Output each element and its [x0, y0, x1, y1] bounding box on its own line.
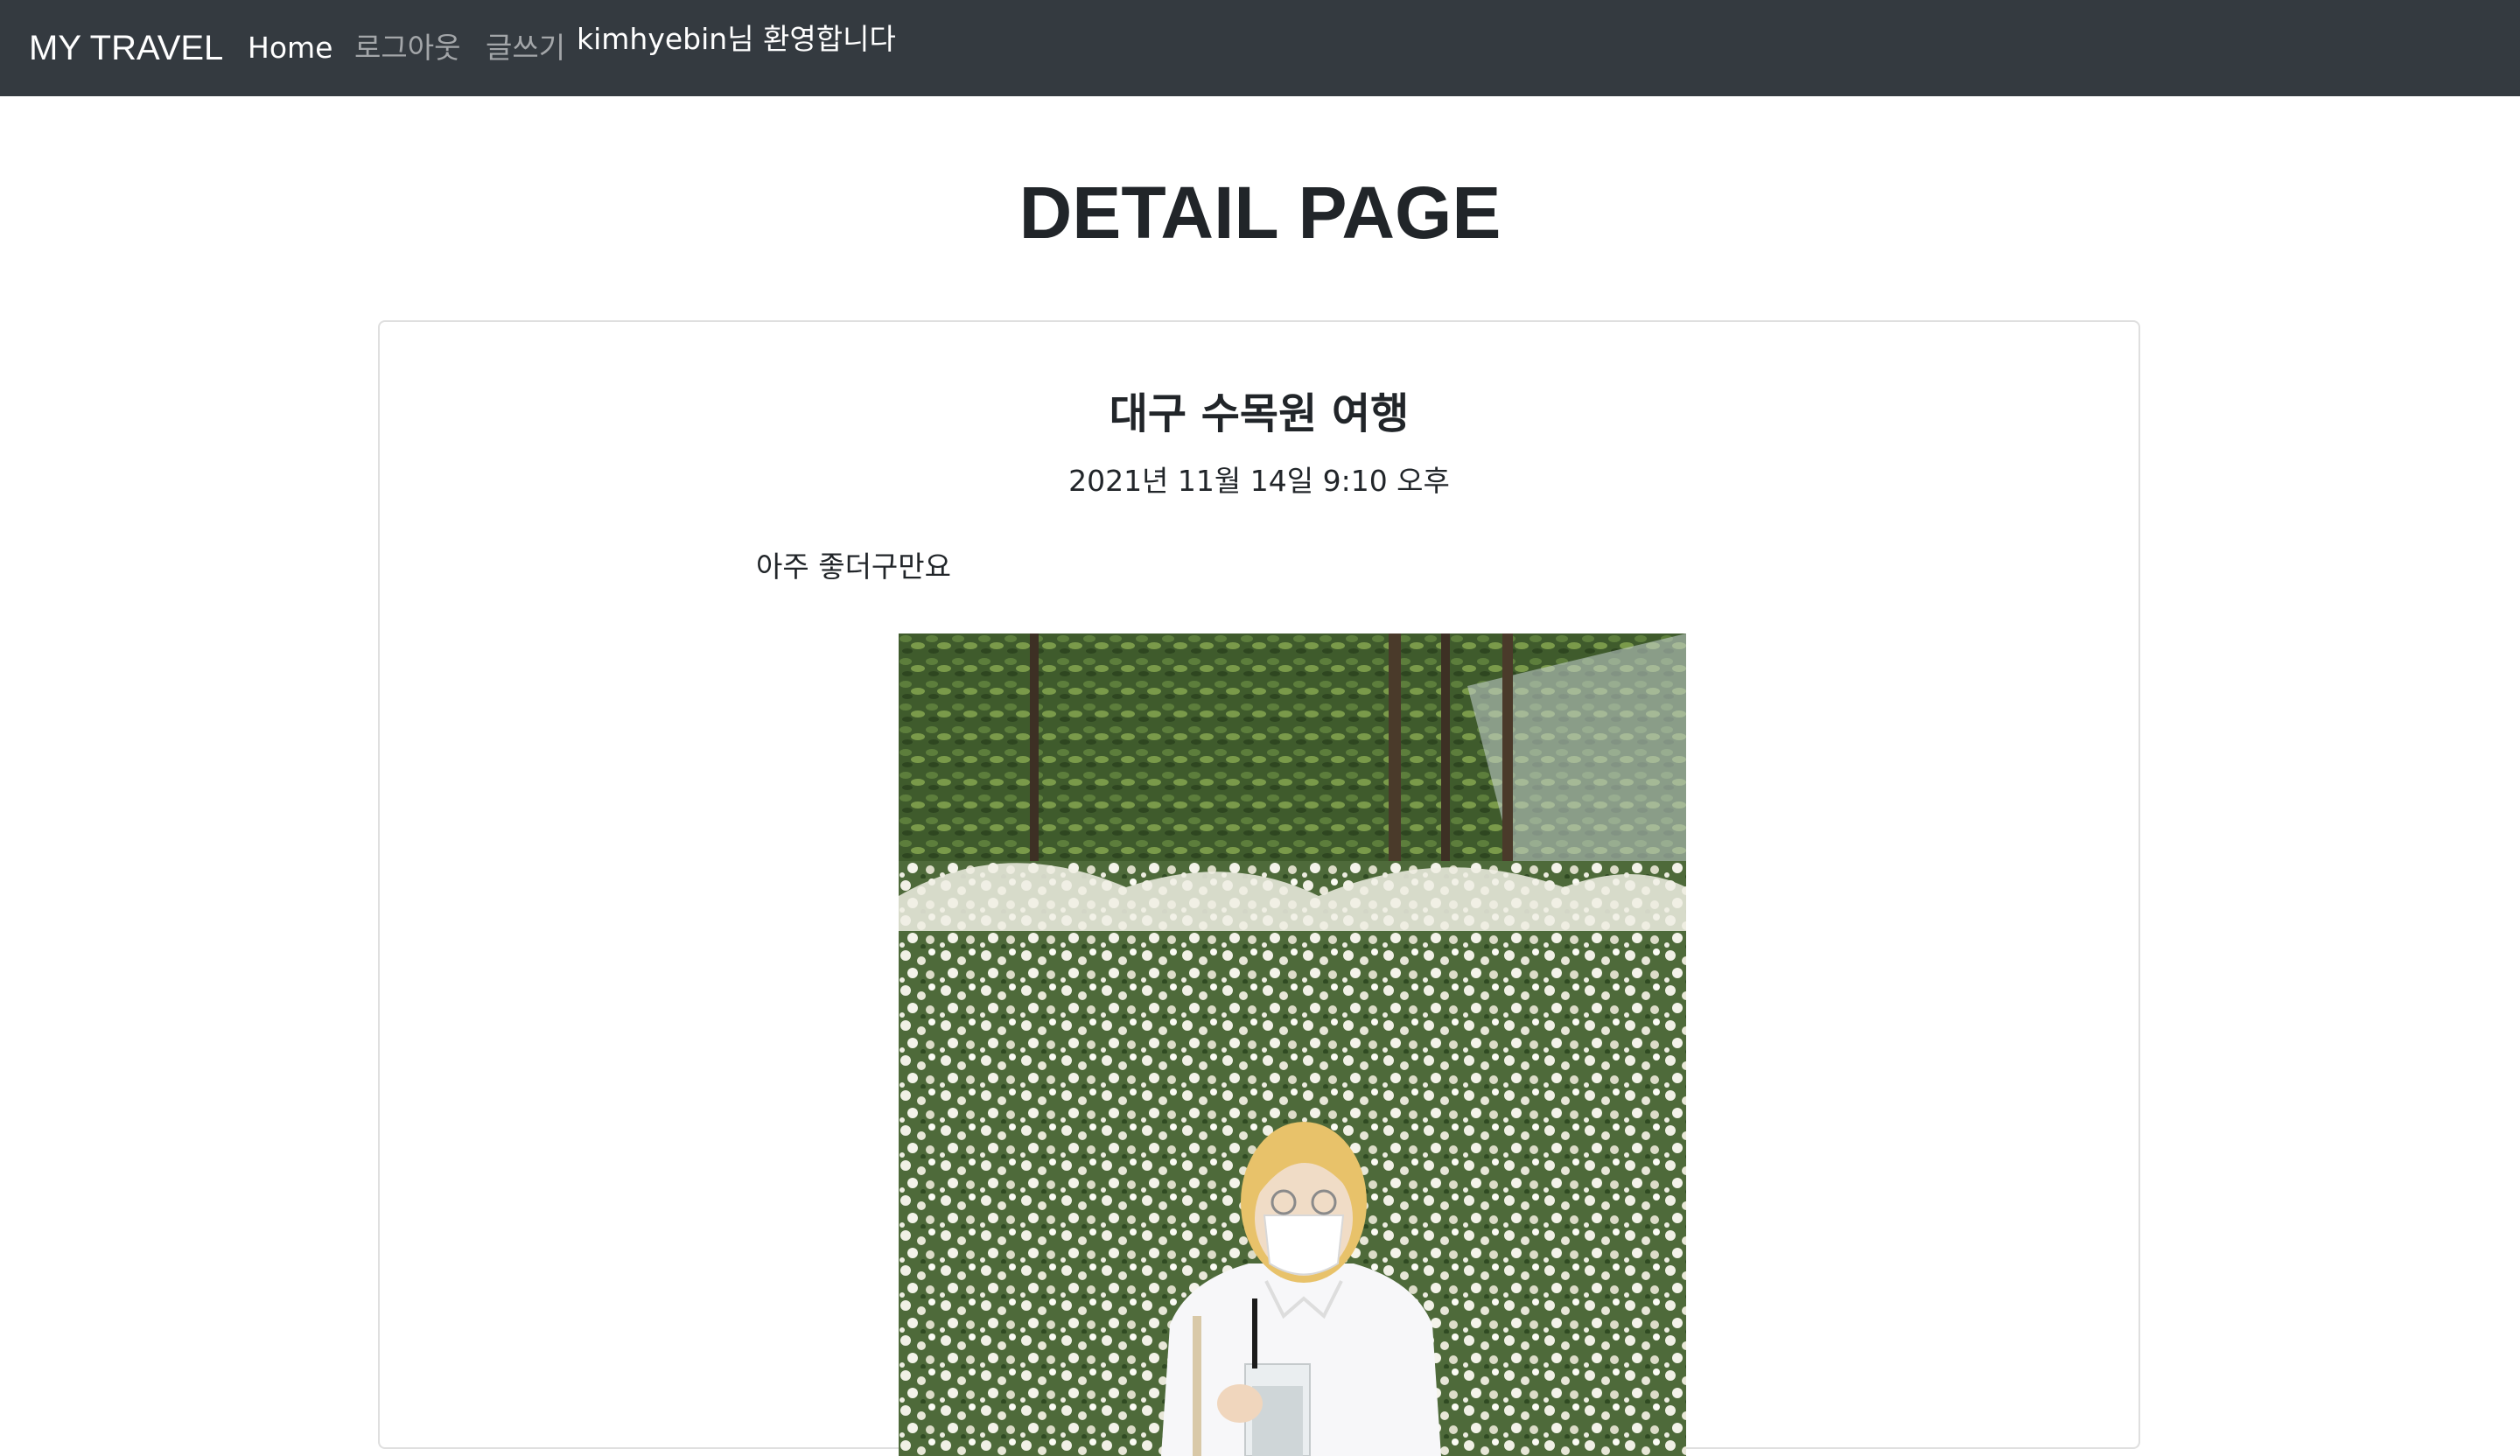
post-date: 2021년 11월 14일 9:10 오후 — [1068, 464, 1450, 498]
nav-write-link[interactable]: 글쓰기 — [486, 0, 565, 96]
post-card: 대구 수목원 여행 2021년 11월 14일 9:10 오후 아주 좋더구만요 — [378, 320, 2140, 1456]
post-photo — [899, 634, 1686, 1456]
nav-home-link[interactable]: Home — [248, 0, 332, 96]
nav-logout-link[interactable]: 로그아웃 — [354, 0, 460, 96]
brand-logo-link[interactable]: MY TRAVEL — [29, 0, 223, 96]
post-body: 아주 좋더구만요 — [756, 550, 952, 584]
photo-illustration — [899, 634, 1686, 1456]
top-navbar: MY TRAVEL Home 로그아웃 글쓰기 kimhyebin님 환영합니다 — [0, 0, 2520, 96]
post-title: 대구 수목원 여행 — [1109, 389, 1410, 438]
page-title: DETAIL PAGE — [1018, 172, 1502, 254]
welcome-message: kimhyebin님 환영합니다 — [577, 22, 896, 56]
